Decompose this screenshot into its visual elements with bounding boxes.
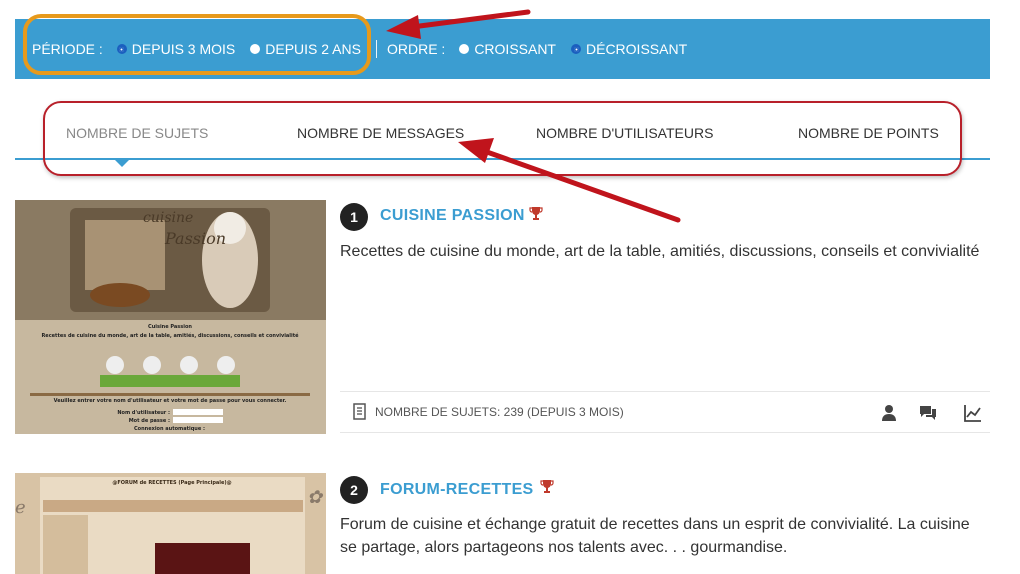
forum-description: Recettes de cuisine du monde, art de la … xyxy=(340,243,980,260)
ordre-option-label: DÉCROISSANT xyxy=(586,41,688,57)
users-icon[interactable] xyxy=(879,403,899,423)
red-highlight-annotation xyxy=(43,101,962,176)
thumb-sub: Recettes de cuisine du monde, art de la … xyxy=(41,332,299,339)
messages-icon[interactable] xyxy=(918,403,938,423)
ordre-option-label: CROISSANT xyxy=(474,41,556,57)
trophy-icon xyxy=(540,480,554,493)
svg-text:e: e xyxy=(15,497,26,518)
forum-thumbnail-forum-recettes[interactable]: @FORUM de RECETTES (Page Principale)@ e … xyxy=(15,473,326,574)
radio-checked-icon[interactable] xyxy=(571,44,581,54)
ordre-option-decroissant[interactable]: DÉCROISSANT xyxy=(571,41,687,57)
svg-text:✿: ✿ xyxy=(307,487,324,508)
filter-separator xyxy=(375,40,377,58)
thumb-caption: Cuisine Passion xyxy=(148,324,192,330)
rank-badge: 1 xyxy=(340,203,368,231)
thumb-login: Veuillez entrer votre nom d'utilisateur … xyxy=(54,398,287,404)
forum-title-link[interactable]: FORUM-RECETTES xyxy=(380,481,534,499)
thumb-auto: Connexion automatique : xyxy=(134,426,205,432)
topics-icon xyxy=(353,403,366,420)
forum-title-link[interactable]: CUISINE PASSION xyxy=(380,207,525,225)
trophy-icon xyxy=(529,207,543,220)
thumb-user: Nom d'utilisateur : xyxy=(117,410,170,416)
svg-text:cuisine: cuisine xyxy=(143,210,193,226)
thumb-pass: Mot de passe : xyxy=(129,418,170,424)
rank-badge: 2 xyxy=(340,476,368,504)
thumbnail-image: cuisine Passion Cuisine Passion Recettes… xyxy=(15,200,326,434)
thumb-caption: @FORUM de RECETTES (Page Principale)@ xyxy=(112,480,231,486)
forum-thumbnail-cuisine-passion[interactable]: cuisine Passion Cuisine Passion Recettes… xyxy=(15,200,326,434)
thumbnail-image: @FORUM de RECETTES (Page Principale)@ e … xyxy=(15,473,326,574)
svg-text:Passion: Passion xyxy=(164,229,226,248)
ordre-option-croissant[interactable]: CROISSANT xyxy=(459,41,556,57)
radio-unchecked-icon[interactable] xyxy=(459,44,470,54)
stats-bar: NOMBRE DE SUJETS: 239 (DEPUIS 3 MOIS) xyxy=(340,391,990,433)
ordre-label: ORDRE : xyxy=(386,41,446,57)
stats-chart-icon[interactable] xyxy=(963,403,983,423)
forum-description: Forum de cuisine et échange gratuit de r… xyxy=(340,516,970,556)
stats-text: NOMBRE DE SUJETS: 239 (DEPUIS 3 MOIS) xyxy=(375,405,624,419)
orange-highlight-annotation xyxy=(23,14,371,75)
